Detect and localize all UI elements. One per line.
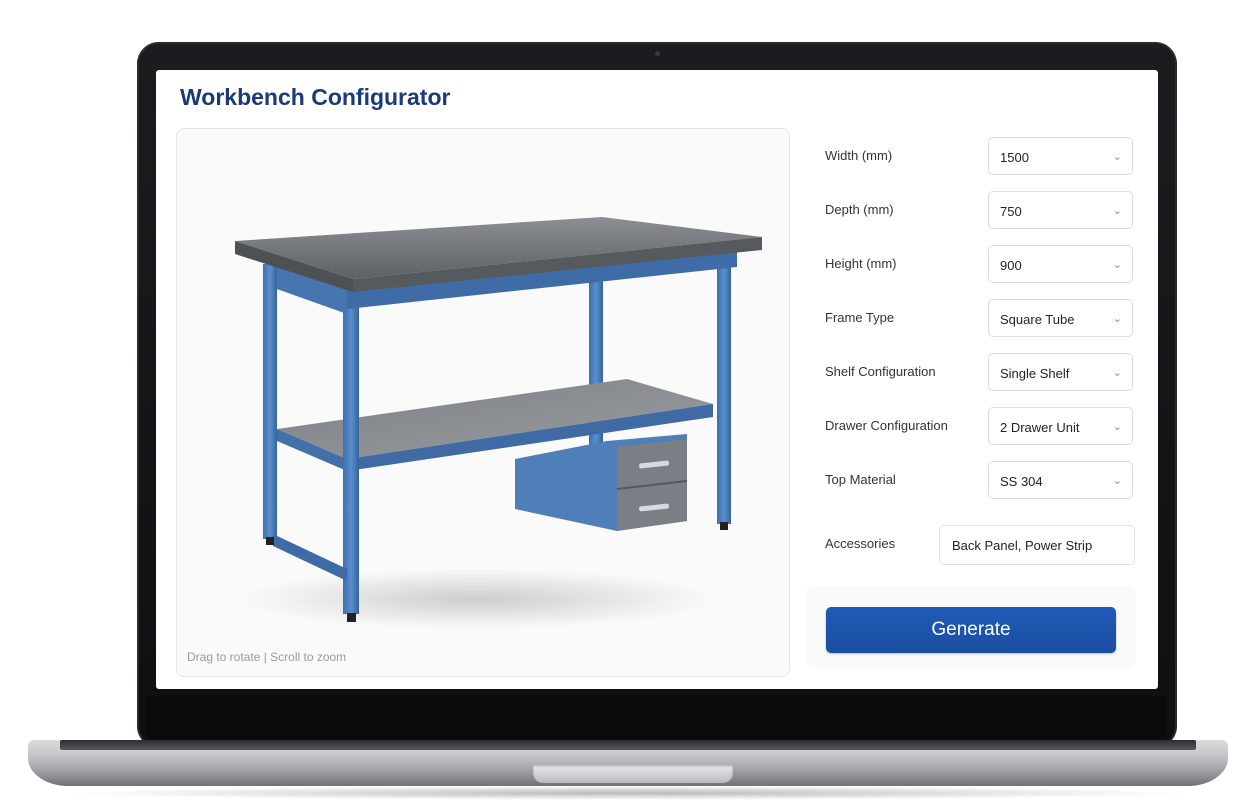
field-label: Shelf Configuration	[825, 364, 936, 379]
generate-button[interactable]: Generate	[826, 607, 1116, 653]
page-title: Workbench Configurator	[180, 84, 451, 110]
config-panel: Width (mm) 1500 ⌄ Depth (mm) 750 ⌄ Heigh…	[806, 128, 1142, 675]
select-value: 900	[1000, 258, 1022, 273]
field-depth: Depth (mm) 750 ⌄	[806, 190, 1142, 232]
field-height: Height (mm) 900 ⌄	[806, 244, 1142, 286]
field-label: Frame Type	[825, 310, 895, 325]
accessories-input[interactable]: Back Panel, Power Strip	[939, 525, 1135, 565]
laptop-hinge	[60, 740, 1196, 750]
laptop-opening-notch	[533, 765, 733, 783]
workbench-model[interactable]	[177, 129, 789, 676]
depth-select[interactable]: 750 ⌄	[988, 191, 1133, 229]
drawer-configuration-select[interactable]: 2 Drawer Unit ⌄	[988, 407, 1133, 445]
field-frame-type: Frame Type Square Tube ⌄	[806, 298, 1142, 340]
leg-front-center	[343, 279, 359, 614]
chevron-down-icon: ⌄	[1112, 205, 1122, 217]
leg-back-right	[717, 244, 731, 524]
field-width: Width (mm) 1500 ⌄	[806, 136, 1142, 178]
viewer-hint: Drag to rotate | Scroll to zoom	[187, 650, 347, 664]
floor-shadow	[237, 569, 717, 629]
select-value: SS 304	[1000, 474, 1043, 489]
foot-center	[347, 613, 356, 622]
select-value: 750	[1000, 204, 1022, 219]
foot-left	[266, 537, 274, 545]
field-shelf-configuration: Shelf Configuration Single Shelf ⌄	[806, 352, 1142, 394]
select-value: Square Tube	[1000, 312, 1075, 327]
chevron-down-icon: ⌄	[1112, 367, 1122, 379]
app-screen: Workbench Configurator Drag to rotate | …	[156, 70, 1158, 689]
leg-front-left	[263, 264, 277, 539]
chevron-down-icon: ⌄	[1112, 313, 1122, 325]
field-label: Depth (mm)	[825, 202, 894, 217]
field-label: Drawer Configuration	[825, 418, 948, 433]
chevron-down-icon: ⌄	[1112, 475, 1122, 487]
select-value: 2 Drawer Unit	[1000, 420, 1080, 435]
top-material-select[interactable]: SS 304 ⌄	[988, 461, 1133, 499]
laptop-shadow	[60, 786, 1196, 800]
field-label: Width (mm)	[825, 148, 893, 163]
3d-viewer[interactable]: Drag to rotate | Scroll to zoom	[176, 128, 790, 677]
select-value: 1500	[1000, 150, 1029, 165]
webcam	[655, 51, 660, 56]
chevron-down-icon: ⌄	[1112, 151, 1122, 163]
foot-right	[720, 522, 728, 530]
shelf-configuration-select[interactable]: Single Shelf ⌄	[988, 353, 1133, 391]
field-drawer-configuration: Drawer Configuration 2 Drawer Unit ⌄	[806, 406, 1142, 448]
field-label: Top Material	[825, 472, 896, 487]
field-accessories: Accessories Back Panel, Power Strip	[806, 524, 1142, 566]
lower-rail-side	[273, 534, 347, 581]
laptop-bezel-bottom	[145, 696, 1167, 740]
field-top-material: Top Material SS 304 ⌄	[806, 460, 1142, 502]
height-select[interactable]: 900 ⌄	[988, 245, 1133, 283]
chevron-down-icon: ⌄	[1112, 421, 1122, 433]
field-label: Accessories	[825, 536, 896, 551]
select-value: Single Shelf	[1000, 366, 1070, 381]
generate-section: Generate	[806, 586, 1136, 668]
accessories-value: Back Panel, Power Strip	[952, 538, 1093, 553]
width-select[interactable]: 1500 ⌄	[988, 137, 1133, 175]
frame-type-select[interactable]: Square Tube ⌄	[988, 299, 1133, 337]
chevron-down-icon: ⌄	[1112, 259, 1122, 271]
field-label: Height (mm)	[825, 256, 897, 271]
